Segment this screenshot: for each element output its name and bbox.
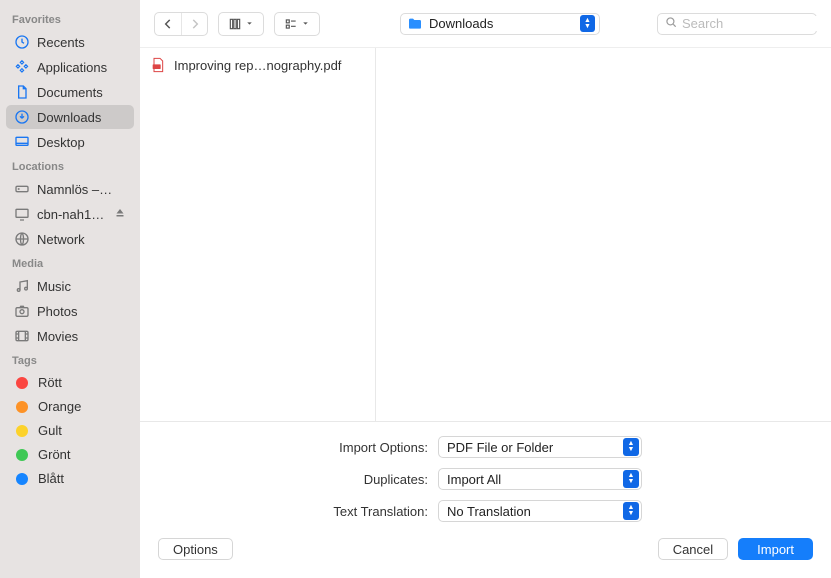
option-row-import-options: Import Options: PDF File or Folder ▲▼ xyxy=(158,436,813,458)
sidebar-item-label: Network xyxy=(37,232,85,247)
sidebar-item-label: Movies xyxy=(37,329,78,344)
import-options-select[interactable]: PDF File or Folder ▲▼ xyxy=(438,436,642,458)
sidebar-item-music[interactable]: Music xyxy=(6,274,134,298)
cancel-button[interactable]: Cancel xyxy=(658,538,728,560)
sidebar-item-label: Orange xyxy=(38,399,81,414)
sidebar-item-network[interactable]: Network xyxy=(6,227,134,251)
sidebar-item-desktop[interactable]: Desktop xyxy=(6,130,134,154)
movie-icon xyxy=(14,328,30,344)
sidebar: Favorites Recents Applications Documents… xyxy=(0,0,140,578)
location-label: Downloads xyxy=(429,16,580,31)
sidebar-section-favorites: Favorites xyxy=(0,8,140,29)
document-icon xyxy=(14,84,30,100)
popup-arrows-icon: ▲▼ xyxy=(623,502,639,520)
sidebar-item-label: Music xyxy=(37,279,71,294)
option-row-duplicates: Duplicates: Import All ▲▼ xyxy=(158,468,813,490)
eject-icon[interactable] xyxy=(114,207,126,222)
pdf-icon xyxy=(150,57,166,73)
sidebar-item-label: Downloads xyxy=(37,110,101,125)
tag-dot-icon xyxy=(16,401,28,413)
file-row[interactable]: Improving rep…nography.pdf xyxy=(140,54,375,76)
file-browser: Improving rep…nography.pdf xyxy=(140,48,831,422)
desktop-icon xyxy=(14,134,30,150)
toolbar: Downloads ▲▼ xyxy=(140,0,831,48)
clock-icon xyxy=(14,34,30,50)
option-label: Text Translation: xyxy=(158,504,438,519)
sidebar-item-label: Documents xyxy=(37,85,103,100)
display-icon xyxy=(14,206,30,222)
sidebar-section-media: Media xyxy=(0,252,140,273)
disk-icon xyxy=(14,181,30,197)
sidebar-item-label: Photos xyxy=(37,304,77,319)
view-mode-button[interactable] xyxy=(218,12,264,36)
tag-dot-icon xyxy=(16,449,28,461)
file-column[interactable]: Improving rep…nography.pdf xyxy=(140,48,376,421)
search-icon xyxy=(664,15,678,32)
import-options-panel: Import Options: PDF File or Folder ▲▼ Du… xyxy=(140,422,831,526)
camera-icon xyxy=(14,303,30,319)
search-input[interactable] xyxy=(682,16,831,31)
dialog-footer: Options Cancel Import xyxy=(140,526,831,578)
music-icon xyxy=(14,278,30,294)
sidebar-tag-blue[interactable]: Blått xyxy=(6,467,134,490)
search-field[interactable] xyxy=(657,13,817,35)
sidebar-item-recents[interactable]: Recents xyxy=(6,30,134,54)
popup-arrows-icon: ▲▼ xyxy=(623,438,639,456)
popup-arrows-icon: ▲▼ xyxy=(623,470,639,488)
select-value: Import All xyxy=(447,472,623,487)
import-button[interactable]: Import xyxy=(738,538,813,560)
main-panel: Downloads ▲▼ Improving rep…nography.pdf xyxy=(140,0,831,578)
button-label: Import xyxy=(757,542,794,557)
select-value: PDF File or Folder xyxy=(447,440,623,455)
sidebar-tag-green[interactable]: Grönt xyxy=(6,443,134,466)
folder-icon xyxy=(407,16,423,32)
sidebar-section-locations: Locations xyxy=(0,155,140,176)
group-mode-button[interactable] xyxy=(274,12,320,36)
nav-buttons xyxy=(154,12,208,36)
preview-column xyxy=(376,48,831,421)
file-name: Improving rep…nography.pdf xyxy=(174,58,341,73)
sidebar-item-disk[interactable]: Namnlös –… xyxy=(6,177,134,201)
globe-icon xyxy=(14,231,30,247)
sidebar-item-label: Applications xyxy=(37,60,107,75)
tag-dot-icon xyxy=(16,377,28,389)
sidebar-item-remote[interactable]: cbn-nah1… xyxy=(6,202,134,226)
duplicates-select[interactable]: Import All ▲▼ xyxy=(438,468,642,490)
sidebar-item-applications[interactable]: Applications xyxy=(6,55,134,79)
sidebar-tag-orange[interactable]: Orange xyxy=(6,395,134,418)
select-value: No Translation xyxy=(447,504,623,519)
sidebar-item-label: Desktop xyxy=(37,135,85,150)
option-label: Duplicates: xyxy=(158,472,438,487)
sidebar-item-photos[interactable]: Photos xyxy=(6,299,134,323)
tag-dot-icon xyxy=(16,473,28,485)
sidebar-item-label: Namnlös –… xyxy=(37,182,112,197)
sidebar-item-label: Grönt xyxy=(38,447,71,462)
sidebar-tag-yellow[interactable]: Gult xyxy=(6,419,134,442)
sidebar-item-documents[interactable]: Documents xyxy=(6,80,134,104)
button-label: Options xyxy=(173,542,218,557)
apps-icon xyxy=(14,59,30,75)
options-button[interactable]: Options xyxy=(158,538,233,560)
sidebar-item-downloads[interactable]: Downloads xyxy=(6,105,134,129)
option-label: Import Options: xyxy=(158,440,438,455)
sidebar-item-label: Gult xyxy=(38,423,62,438)
sidebar-tag-red[interactable]: Rött xyxy=(6,371,134,394)
sidebar-section-tags: Tags xyxy=(0,349,140,370)
sidebar-item-label: cbn-nah1… xyxy=(37,207,104,222)
sidebar-item-label: Blått xyxy=(38,471,64,486)
popup-arrows-icon: ▲▼ xyxy=(580,15,595,32)
text-translation-select[interactable]: No Translation ▲▼ xyxy=(438,500,642,522)
back-button[interactable] xyxy=(155,13,181,35)
download-icon xyxy=(14,109,30,125)
option-row-text-translation: Text Translation: No Translation ▲▼ xyxy=(158,500,813,522)
tag-dot-icon xyxy=(16,425,28,437)
sidebar-item-label: Rött xyxy=(38,375,62,390)
forward-button[interactable] xyxy=(181,13,207,35)
sidebar-item-movies[interactable]: Movies xyxy=(6,324,134,348)
location-popup[interactable]: Downloads ▲▼ xyxy=(400,13,600,35)
button-label: Cancel xyxy=(673,542,713,557)
sidebar-item-label: Recents xyxy=(37,35,85,50)
